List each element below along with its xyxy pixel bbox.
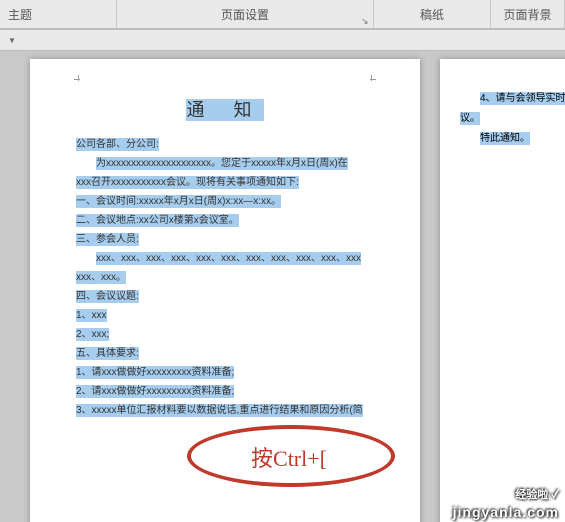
margin-marks bbox=[78, 79, 372, 89]
doc-line: 二、会议地点:xx公司x楼第x会议室。 bbox=[76, 211, 374, 230]
document-page-2[interactable]: 4、请与会领导实时 议。 特此通知。 bbox=[440, 59, 565, 522]
doc-line: 为xxxxxxxxxxxxxxxxxxxxx。您定于xxxxx年x月x日(周x)… bbox=[76, 154, 374, 173]
doc-line: 四、会议议题: bbox=[76, 287, 374, 306]
doc-line: 五、具体要求: bbox=[76, 344, 374, 363]
doc-line: 2、请xxx做做好xxxxxxxxx资料准备; bbox=[76, 382, 374, 401]
quick-access-subbar: ▼ bbox=[0, 30, 565, 51]
document-page-1[interactable]: 通 知 公司各部、分公司: 为xxxxxxxxxxxxxxxxxxxxx。您定于… bbox=[30, 59, 420, 522]
dropdown-arrow-icon[interactable]: ▼ bbox=[4, 34, 20, 47]
doc-line: 3、xxxxx单位汇报材料要以数据说话,重点进行结果和原因分析(简 bbox=[76, 401, 374, 420]
doc-line: 一、会议时间:xxxxx年x月x日(周x)x:xx—x:xx。 bbox=[76, 192, 374, 211]
ribbon-bar: 主题 页面设置 ↘ 稿纸 页面背景 bbox=[0, 0, 565, 30]
dialog-launcher-icon[interactable]: ↘ bbox=[361, 16, 371, 26]
workspace[interactable]: 通 知 公司各部、分公司: 为xxxxxxxxxxxxxxxxxxxxx。您定于… bbox=[0, 51, 565, 522]
doc-line: 1、请xxx做做好xxxxxxxxx资料准备; bbox=[76, 363, 374, 382]
doc-line: 三、参会人员: bbox=[76, 230, 374, 249]
check-icon: ✓ bbox=[551, 489, 559, 501]
page-content: 通 知 公司各部、分公司: 为xxxxxxxxxxxxxxxxxxxxx。您定于… bbox=[30, 59, 420, 430]
ribbon-group-page-setup: 页面设置 ↘ bbox=[117, 0, 374, 28]
ribbon-label-theme: 主题 bbox=[8, 6, 32, 23]
page-content: 4、请与会领导实时 议。 特此通知。 bbox=[440, 59, 565, 159]
doc-line: 1、xxx bbox=[76, 306, 374, 325]
doc-line: xxx召开xxxxxxxxxxx会议。现将有关事项通知如下: bbox=[76, 173, 374, 192]
ribbon-group-theme: 主题 bbox=[0, 0, 117, 28]
watermark-text: 经验啦 ✓ bbox=[515, 486, 559, 502]
doc-line: xxx、xxx。 bbox=[76, 268, 374, 287]
ribbon-label-page-background: 页面背景 bbox=[503, 6, 551, 23]
ribbon-group-page-background: 页面背景 bbox=[491, 0, 565, 28]
ribbon-group-manuscript: 稿纸 bbox=[374, 0, 491, 28]
doc-line: 公司各部、分公司: bbox=[76, 135, 374, 154]
doc-line: xxx、xxx、xxx、xxx、xxx、xxx、xxx、xxx、xxx、xxx、… bbox=[76, 249, 374, 268]
doc-line: 4、请与会领导实时 bbox=[460, 89, 565, 109]
ribbon-label-manuscript: 稿纸 bbox=[420, 6, 444, 23]
doc-title: 通 知 bbox=[76, 89, 374, 131]
ribbon-label-page-setup: 页面设置 bbox=[221, 6, 269, 23]
doc-line: 特此通知。 bbox=[460, 129, 565, 149]
watermark-url: jingyanla.com bbox=[453, 504, 559, 520]
doc-line: 议。 bbox=[460, 109, 565, 129]
doc-line: 2、xxx; bbox=[76, 325, 374, 344]
